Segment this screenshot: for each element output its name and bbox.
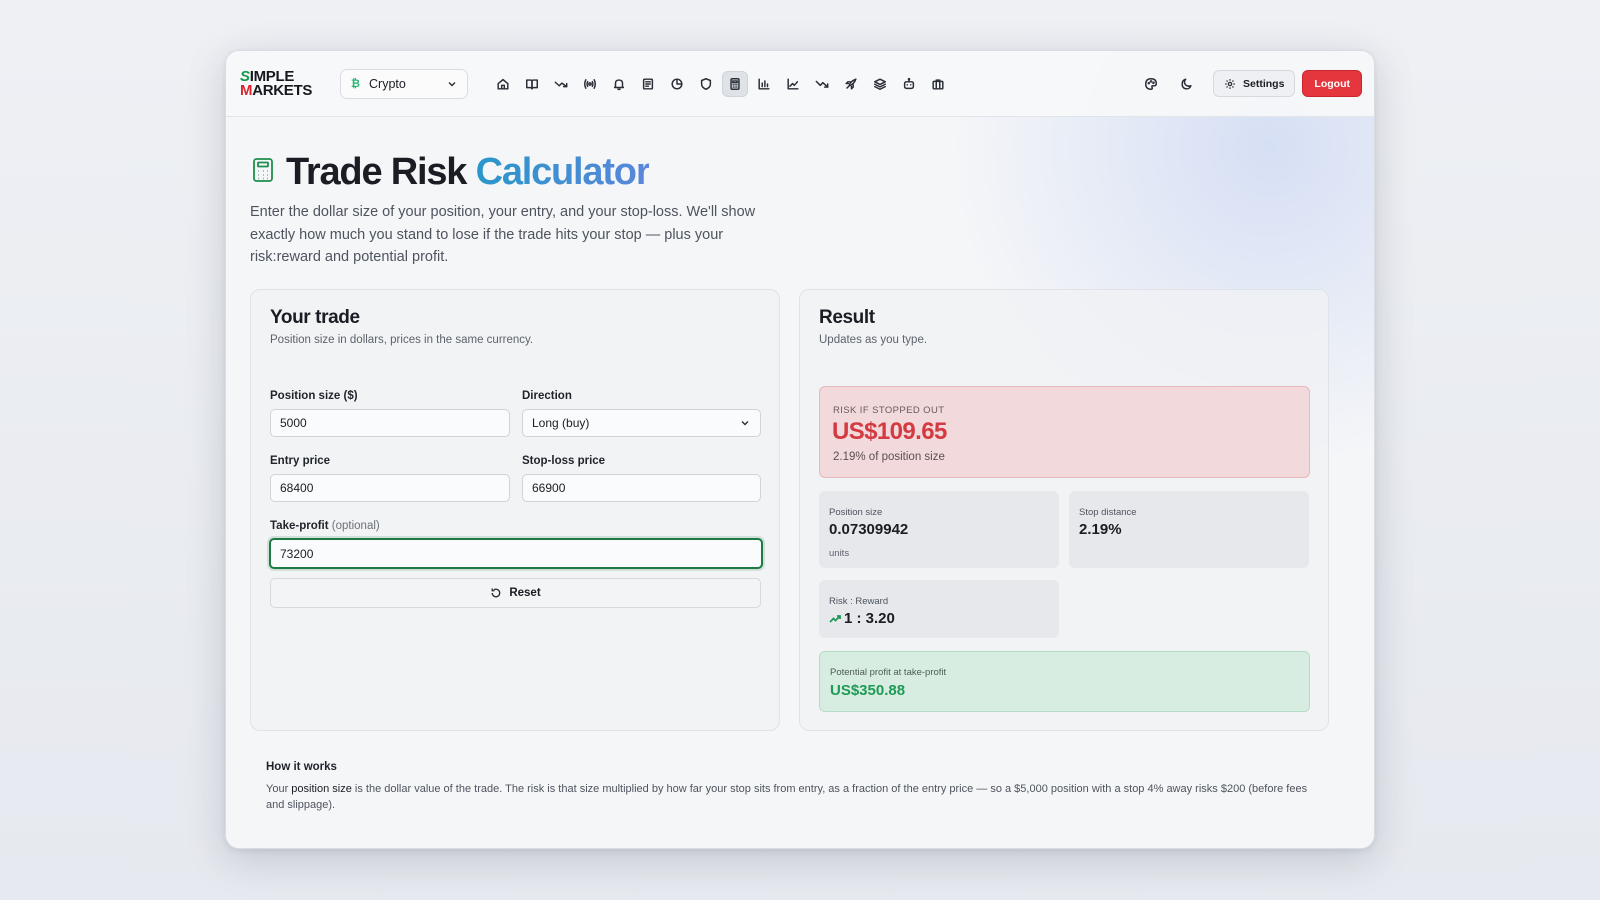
risk-value: US$109.65: [832, 418, 947, 445]
briefcase-icon[interactable]: [925, 71, 951, 97]
logo[interactable]: SIMPLE MARKETS: [240, 68, 320, 100]
stat-unit: units: [829, 548, 850, 559]
layers-icon[interactable]: [867, 71, 893, 97]
profit-label: Potential profit at take-profit: [830, 667, 947, 678]
card-title: Result: [819, 307, 875, 328]
how-it-works-title: How it works: [266, 761, 337, 773]
broadcast-icon[interactable]: [577, 71, 603, 97]
chevron-down-icon: [741, 421, 749, 426]
stat-label: Risk : Reward: [829, 596, 889, 607]
logo-text-1: IMPLE: [249, 67, 295, 85]
line-chart-icon[interactable]: [780, 71, 806, 97]
settings-button[interactable]: Settings: [1213, 70, 1296, 97]
newspaper-icon[interactable]: [635, 71, 661, 97]
risk-summary: RISK IF STOPPED OUT US$109.65 2.19% of p…: [819, 386, 1310, 478]
moon-icon[interactable]: [1173, 70, 1201, 98]
top-navbar: SIMPLE MARKETS ₿ Crypto Settings Logout: [226, 51, 1374, 117]
robot-icon[interactable]: [896, 71, 922, 97]
trending-down-icon[interactable]: [809, 71, 835, 97]
stop-loss-input[interactable]: 66900: [522, 474, 761, 502]
how-it-works-body: Your position size is the dollar value o…: [266, 781, 1326, 813]
stop-loss-label: Stop-loss price: [522, 455, 606, 467]
calculator-icon[interactable]: [722, 70, 748, 97]
body-text: is the dollar value of the trade. The ri…: [266, 783, 1308, 811]
rocket-icon[interactable]: [838, 71, 864, 97]
pie-chart-icon[interactable]: [664, 71, 690, 97]
page-title: Trade Risk Calculator: [286, 151, 651, 194]
bell-icon[interactable]: [606, 71, 632, 97]
stat-value: 0.07309942: [829, 521, 909, 538]
chevron-down-icon: [448, 81, 456, 86]
book-icon[interactable]: [519, 71, 545, 97]
bitcoin-icon: ₿: [351, 77, 360, 90]
calculator-icon: [252, 157, 274, 188]
risk-reward-stat: Risk : Reward 1 : 3.20: [819, 580, 1059, 638]
title-part-2: Calculator: [475, 151, 651, 193]
take-profit-label: Take-profit (optional): [270, 520, 380, 532]
take-profit-label-text: Take-profit: [270, 520, 329, 532]
direction-select[interactable]: Long (buy): [522, 409, 761, 437]
risk-percent: 2.19% of position size: [833, 451, 945, 463]
trend-icon[interactable]: [548, 71, 574, 97]
body-text: Your: [266, 783, 292, 795]
stat-label: Position size: [829, 507, 883, 518]
market-select[interactable]: ₿ Crypto: [340, 68, 468, 99]
risk-reward-value: 1 : 3.20: [829, 610, 895, 627]
reset-icon: [491, 588, 501, 598]
card-subtitle: Updates as you type.: [819, 334, 928, 346]
take-profit-input[interactable]: 73200: [269, 538, 763, 569]
position-size-stat: Position size 0.07309942 units: [819, 491, 1059, 568]
header-right-tools: Settings Logout: [1137, 70, 1362, 98]
optional-hint: (optional): [331, 520, 380, 532]
gear-icon: [1225, 78, 1235, 89]
stat-value: 2.19%: [1079, 521, 1122, 538]
direction-label: Direction: [522, 390, 572, 402]
palette-icon[interactable]: [1137, 70, 1165, 98]
shield-icon[interactable]: [693, 71, 719, 97]
main-nav: [490, 70, 954, 97]
entry-price-label: Entry price: [270, 455, 331, 467]
intro-text: Enter the dollar size of your position, …: [250, 204, 756, 265]
reset-button[interactable]: Reset: [270, 578, 761, 608]
home-icon[interactable]: [490, 71, 516, 97]
result-card: Result Updates as you type. RISK IF STOP…: [799, 289, 1329, 731]
card-title: Your trade: [270, 307, 360, 328]
title-part-1: Trade Risk: [286, 151, 467, 193]
stat-value: 1 : 3.20: [844, 610, 895, 627]
entry-price-input[interactable]: 68400: [270, 474, 510, 502]
potential-profit: Potential profit at take-profit US$350.8…: [819, 651, 1310, 712]
stop-distance-stat: Stop distance 2.19%: [1069, 491, 1309, 568]
market-select-value: Crypto: [369, 76, 406, 91]
app-window: SIMPLE MARKETS ₿ Crypto Settings Logout …: [225, 50, 1375, 849]
profit-value: US$350.88: [830, 682, 906, 699]
stat-label: Stop distance: [1079, 507, 1137, 518]
settings-label: Settings: [1243, 77, 1285, 90]
trending-up-icon: [829, 615, 841, 623]
reset-label: Reset: [509, 587, 541, 599]
how-it-works: How it works Your position size is the d…: [266, 761, 1326, 813]
logout-button[interactable]: Logout: [1302, 70, 1362, 97]
position-size-input[interactable]: 5000: [270, 409, 510, 437]
page-heading: Trade Risk Calculator: [252, 151, 651, 194]
position-size-label: Position size ($): [270, 390, 358, 402]
direction-value: Long (buy): [532, 416, 590, 430]
your-trade-card: Your trade Position size in dollars, pri…: [250, 289, 780, 731]
logo-s: S: [240, 67, 250, 85]
bar-chart-icon[interactable]: [751, 71, 777, 97]
body-emphasis: position size: [291, 783, 352, 795]
card-subtitle: Position size in dollars, prices in the …: [270, 334, 534, 346]
risk-label: RISK IF STOPPED OUT: [833, 405, 945, 416]
